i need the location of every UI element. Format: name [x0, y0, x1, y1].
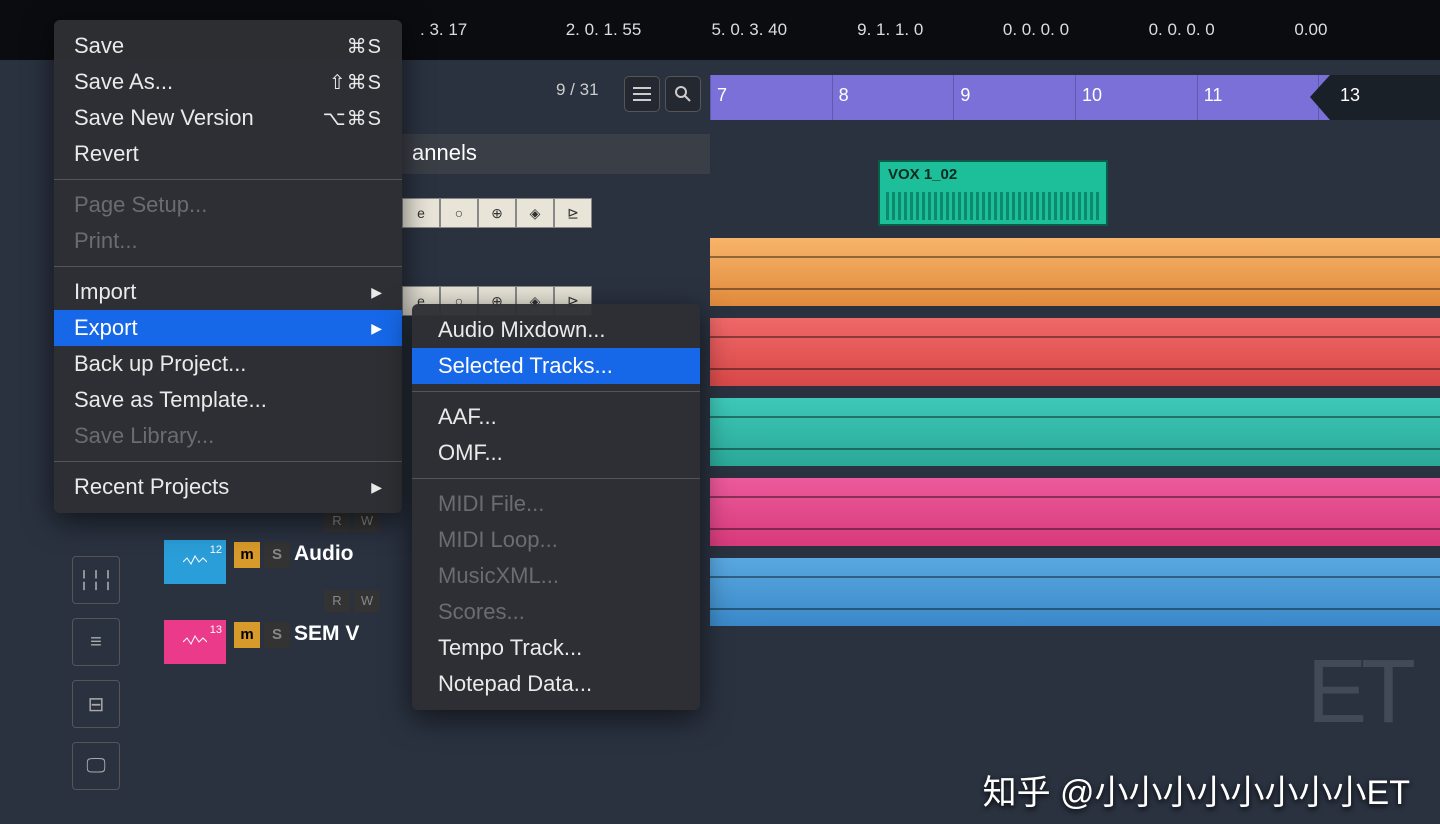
ruler-mark: 8 [832, 75, 954, 120]
menu-separator [54, 179, 402, 180]
split-icon[interactable]: ⊟ [72, 680, 120, 728]
menu-recent-projects[interactable]: Recent Projects▶ [54, 469, 402, 505]
audio-clip-vox[interactable]: VOX 1_02 [878, 160, 1108, 226]
ruler-mark: 11 [1197, 75, 1319, 120]
track-name: Audio [294, 542, 353, 566]
position-4: 9. 1. 1. 0 [857, 20, 1003, 40]
watermark-text: 知乎 @小小小小小小小小ET [983, 765, 1410, 814]
position-7: 0.00 [1294, 20, 1440, 40]
submenu-arrow-icon: ▶ [371, 479, 382, 496]
track-row[interactable]: R W 12 m S Audio [164, 506, 404, 580]
side-toolbar: ╎╎╎ ≡ ⊟ 🖵 [72, 556, 132, 804]
file-menu: Save⌘S Save As...⇧⌘S Save New Version⌥⌘S… [54, 20, 402, 513]
mute-button[interactable]: m [234, 622, 260, 648]
menu-page-setup: Page Setup... [54, 187, 402, 223]
tool-send-icon[interactable]: ⊵ [554, 198, 592, 228]
submenu-midi-loop: MIDI Loop... [412, 522, 700, 558]
ruler-mark: 10 [1075, 75, 1197, 120]
watermark-logo: ET [1307, 641, 1410, 744]
submenu-tempo-track[interactable]: Tempo Track... [412, 630, 700, 666]
ruler-mark: 7 [710, 75, 832, 120]
submenu-scores: Scores... [412, 594, 700, 630]
search-button[interactable] [665, 76, 701, 112]
menu-import[interactable]: Import▶ [54, 274, 402, 310]
menu-print: Print... [54, 223, 402, 259]
ruler-mark: 9 [953, 75, 1075, 120]
position-2: 2. 0. 1. 55 [566, 20, 712, 40]
track-lane[interactable] [710, 238, 1440, 306]
submenu-audio-mixdown[interactable]: Audio Mixdown... [412, 312, 700, 348]
menu-save-as[interactable]: Save As...⇧⌘S [54, 64, 402, 100]
channel-counter: 9 / 31 [556, 80, 599, 100]
track-list: R W 12 m S Audio R W 13 m S SEM V [164, 506, 404, 666]
submenu-musicxml: MusicXML... [412, 558, 700, 594]
position-3: 5. 0. 3. 40 [711, 20, 857, 40]
submenu-notepad-data[interactable]: Notepad Data... [412, 666, 700, 702]
tool-diamond-icon[interactable]: ◈ [516, 198, 554, 228]
waveform-icon [886, 192, 1100, 220]
read-button[interactable]: R [324, 510, 350, 532]
submenu-omf[interactable]: OMF... [412, 435, 700, 471]
rw-buttons: R W [324, 510, 380, 532]
menu-separator [54, 266, 402, 267]
list-view-button[interactable] [624, 76, 660, 112]
position-6: 0. 0. 0. 0 [1149, 20, 1295, 40]
write-button[interactable]: W [354, 510, 380, 532]
sliders-icon[interactable]: ≡ [72, 618, 120, 666]
track-name: SEM V [294, 622, 359, 646]
menu-separator [54, 461, 402, 462]
submenu-midi-file: MIDI File... [412, 486, 700, 522]
track-lane[interactable] [710, 398, 1440, 466]
submenu-arrow-icon: ▶ [371, 284, 382, 301]
tool-pan-icon[interactable]: ⊕ [478, 198, 516, 228]
channels-header: annels [402, 134, 710, 174]
monitor-icon[interactable]: 🖵 [72, 742, 120, 790]
ruler-end: 13 [1330, 75, 1440, 120]
eq-icon[interactable]: ╎╎╎ [72, 556, 120, 604]
menu-backup-project[interactable]: Back up Project... [54, 346, 402, 382]
solo-button[interactable]: S [264, 542, 290, 568]
menu-separator [412, 391, 700, 392]
mute-button[interactable]: m [234, 542, 260, 568]
submenu-arrow-icon: ▶ [371, 320, 382, 337]
submenu-aaf[interactable]: AAF... [412, 399, 700, 435]
shortcut: ⇧⌘S [329, 70, 382, 95]
menu-save-library: Save Library... [54, 418, 402, 454]
channel-toolbar-1: e ○ ⊕ ◈ ⊵ [402, 198, 592, 232]
track-lane[interactable] [710, 478, 1440, 546]
track-lane[interactable] [710, 558, 1440, 626]
write-button[interactable]: W [354, 590, 380, 612]
track-color[interactable]: 12 [164, 540, 226, 584]
track-row[interactable]: R W 13 m S SEM V [164, 586, 404, 660]
read-button[interactable]: R [324, 590, 350, 612]
track-color[interactable]: 13 [164, 620, 226, 664]
track-number: 12 [210, 544, 222, 556]
clip-label: VOX 1_02 [888, 166, 957, 183]
tool-edit-icon[interactable]: e [402, 198, 440, 228]
solo-button[interactable]: S [264, 622, 290, 648]
submenu-selected-tracks[interactable]: Selected Tracks... [412, 348, 700, 384]
tool-circle-icon[interactable]: ○ [440, 198, 478, 228]
menu-save[interactable]: Save⌘S [54, 28, 402, 64]
menu-revert[interactable]: Revert [54, 136, 402, 172]
menu-save-new-version[interactable]: Save New Version⌥⌘S [54, 100, 402, 136]
menu-save-template[interactable]: Save as Template... [54, 382, 402, 418]
position-1: . 3. 17 [420, 20, 566, 40]
rw-buttons: R W [324, 590, 380, 612]
track-lane[interactable] [710, 318, 1440, 386]
shortcut: ⌥⌘S [323, 106, 382, 131]
shortcut: ⌘S [347, 34, 382, 59]
menu-export[interactable]: Export▶ [54, 310, 402, 346]
menu-separator [412, 478, 700, 479]
track-number: 13 [210, 624, 222, 636]
export-submenu: Audio Mixdown... Selected Tracks... AAF.… [412, 304, 700, 710]
position-5: 0. 0. 0. 0 [1003, 20, 1149, 40]
